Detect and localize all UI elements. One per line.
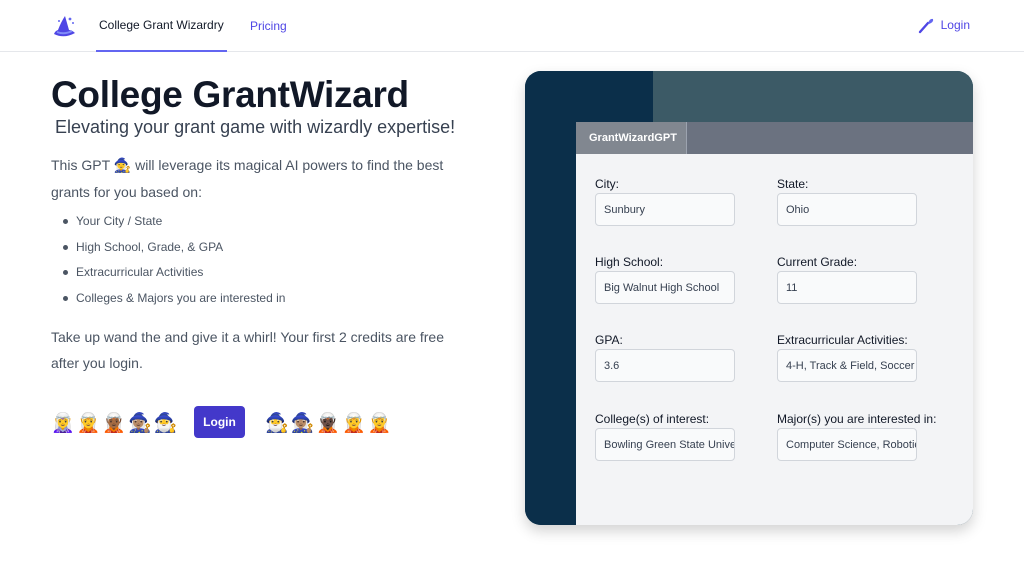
elf-emoji-icon: 🧝🏿 (316, 412, 341, 434)
college-field[interactable]: Bowling Green State University (595, 428, 735, 461)
page-subtitle: Elevating your grant game with wizardly … (55, 117, 456, 137)
intro-text: This GPT 🧙‍♀️ will leverage its magical … (51, 152, 471, 205)
gpa-label: GPA: (595, 333, 623, 347)
list-item: Extracurricular Activities (60, 261, 285, 287)
preview-tab-bar: GrantWizardGPT (576, 122, 973, 154)
magic-wand-icon (918, 18, 933, 34)
emoji-row-right: 🧙‍♂️ 🧙🏽‍♀️ 🧝🏿 🧝 🧝 (265, 412, 391, 434)
tab-grantwizardgpt[interactable]: GrantWizardGPT (576, 122, 687, 154)
intro-text-start: This GPT (51, 157, 110, 173)
mage-emoji-icon: 🧙‍♂️ (265, 412, 289, 434)
list-item: Colleges & Majors you are interested in (60, 287, 285, 313)
high-school-label: High School: (595, 255, 664, 269)
page-title: College GrantWizard (51, 74, 409, 115)
wizard-hat-icon[interactable] (50, 12, 78, 40)
feature-list: Your City / State High School, Grade, & … (60, 210, 285, 312)
nav-login-label: Login (940, 18, 970, 32)
emoji-row-left: 🧝‍♀️ 🧝 🧝🏾 🧙🏽‍♀️ 🧙‍♂️ (51, 412, 177, 434)
app-preview: GrantWizardGPT City: Sunbury State: Ohio… (525, 71, 973, 525)
extracurricular-label: Extracurricular Activities: (777, 333, 908, 347)
mage-emoji-icon: 🧙🏽‍♀️ (290, 412, 315, 434)
high-school-field[interactable]: Big Walnut High School (595, 271, 735, 304)
tab-pricing[interactable]: Pricing (250, 0, 287, 52)
city-field[interactable]: Sunbury (595, 193, 735, 226)
elf-emoji-icon: 🧝🏾 (102, 412, 127, 434)
current-grade-label: Current Grade: (777, 255, 858, 269)
state-label: State: (777, 177, 809, 191)
major-field[interactable]: Computer Science, Robotics (777, 428, 917, 461)
extracurricular-field[interactable]: 4-H, Track & Field, Soccer (777, 349, 917, 382)
list-item: High School, Grade, & GPA (60, 236, 285, 262)
elf-emoji-icon: 🧝 (342, 412, 366, 434)
top-nav: College Grant Wizardry Pricing Login (0, 0, 1024, 52)
nav-login-link[interactable]: Login (917, 16, 970, 34)
intro-text-end: will leverage its magical AI powers to f… (51, 157, 444, 200)
mage-emoji-icon: 🧙‍♂️ (153, 412, 178, 434)
list-item: Your City / State (60, 210, 285, 236)
wizard-emoji-icon: 🧙‍♀️ (113, 158, 132, 174)
login-button[interactable]: Login (194, 406, 245, 438)
gpa-field[interactable]: 3.6 (595, 349, 735, 382)
city-label: City: (595, 177, 619, 191)
elf-emoji-icon: 🧝‍♀️ (51, 412, 75, 434)
mage-emoji-icon: 🧙🏽‍♀️ (128, 412, 152, 434)
elf-emoji-icon: 🧝 (367, 412, 392, 434)
college-label: College(s) of interest: (595, 412, 710, 426)
current-grade-field[interactable]: 11 (777, 271, 917, 304)
elf-emoji-icon: 🧝 (76, 412, 101, 434)
state-field[interactable]: Ohio (777, 193, 917, 226)
preview-header (653, 71, 973, 122)
cta-text: Take up wand the and give it a whirl! Yo… (51, 329, 444, 371)
tab-college-grant-wizardry[interactable]: College Grant Wizardry (96, 0, 227, 52)
major-label: Major(s) you are interested in: (777, 412, 937, 426)
preview-window: GrantWizardGPT City: Sunbury State: Ohio… (576, 122, 973, 525)
